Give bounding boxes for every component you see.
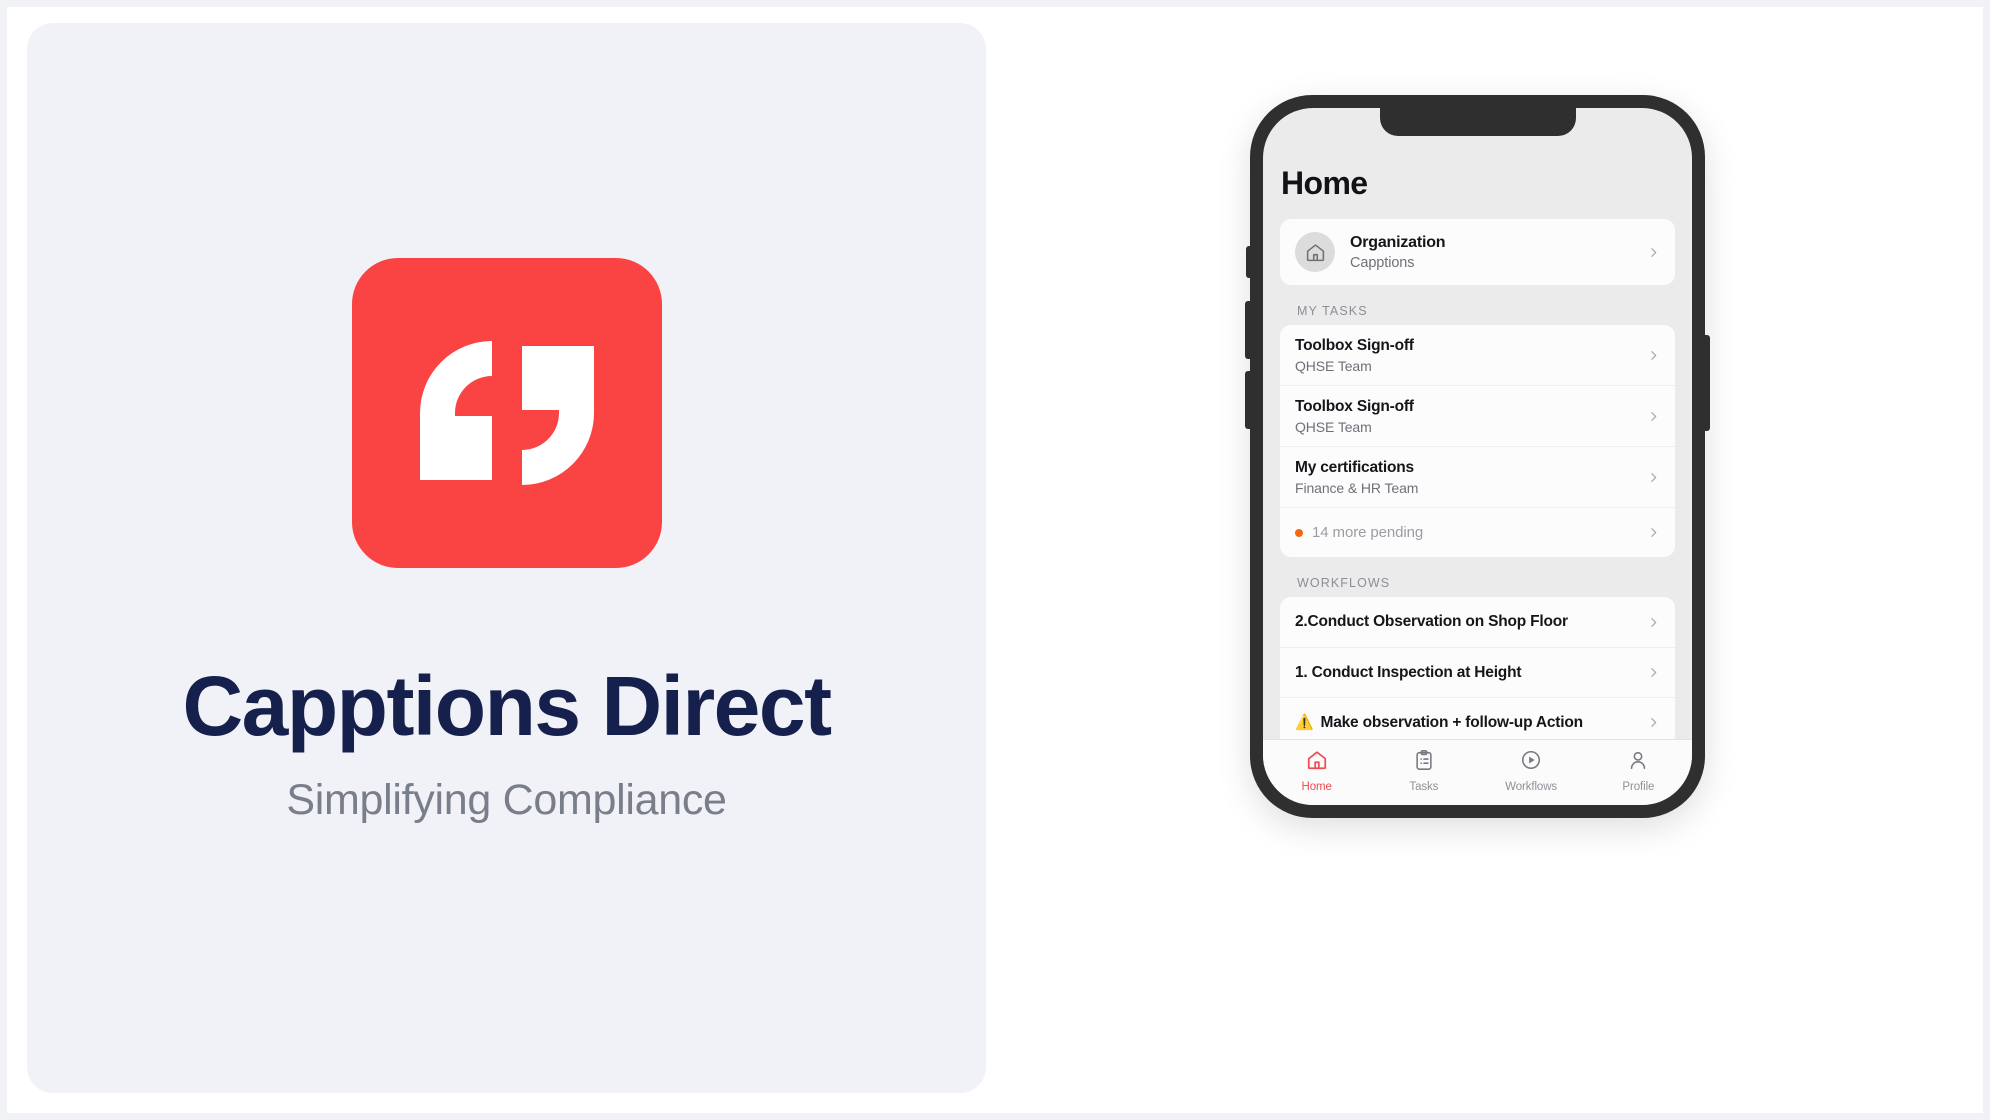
tab-workflows[interactable]: Workflows bbox=[1478, 749, 1585, 793]
warning-icon: ⚠️ bbox=[1295, 714, 1314, 732]
page-title: Home bbox=[1281, 165, 1368, 201]
phone-mockup: Home Organization Capptions MY TASKS Too… bbox=[1245, 95, 1710, 818]
bottom-tab-bar: Home Tasks Workflows Profile bbox=[1263, 739, 1692, 805]
task-row[interactable]: My certifications Finance & HR Team bbox=[1280, 446, 1675, 507]
chevron-right-icon bbox=[1647, 246, 1660, 259]
brand-subtitle: Simplifying Compliance bbox=[286, 775, 727, 824]
workflow-row-text: 1. Conduct Inspection at Height bbox=[1295, 664, 1637, 682]
chevron-right-icon bbox=[1647, 666, 1660, 679]
organization-label: Organization bbox=[1350, 234, 1446, 251]
organization-card: Organization Capptions bbox=[1280, 219, 1675, 285]
home-screen-content: Home Organization Capptions MY TASKS Too… bbox=[1263, 108, 1692, 739]
organization-row[interactable]: Organization Capptions bbox=[1280, 219, 1675, 285]
workflow-title-with-warning: ⚠️ Make observation + follow-up Action bbox=[1295, 714, 1637, 732]
home-outline-icon bbox=[1295, 232, 1335, 272]
tab-workflows-label: Workflows bbox=[1505, 781, 1558, 793]
workflow-row-text: ⚠️ Make observation + follow-up Action bbox=[1295, 714, 1637, 732]
task-title: Toolbox Sign-off bbox=[1295, 398, 1414, 416]
task-subtitle: QHSE Team bbox=[1295, 419, 1372, 436]
organization-text: Organization Capptions bbox=[1350, 233, 1637, 271]
workflow-title: Make observation + follow-up Action bbox=[1320, 713, 1583, 731]
phone-volume-down-button[interactable] bbox=[1245, 371, 1251, 429]
more-pending-row[interactable]: 14 more pending bbox=[1280, 507, 1675, 557]
task-row-text: Toolbox Sign-off QHSE Team bbox=[1295, 397, 1637, 435]
my-tasks-card: Toolbox Sign-off QHSE Team Toolbox Sign-… bbox=[1280, 325, 1675, 558]
tab-home-label: Home bbox=[1301, 781, 1332, 793]
workflow-row[interactable]: 1. Conduct Inspection at Height bbox=[1280, 647, 1675, 697]
organization-value: Capptions bbox=[1350, 255, 1415, 271]
task-row-text: Toolbox Sign-off QHSE Team bbox=[1295, 336, 1637, 374]
chevron-right-icon bbox=[1647, 526, 1660, 539]
section-label-workflows: WORKFLOWS bbox=[1297, 576, 1391, 591]
phone-silent-switch[interactable] bbox=[1246, 246, 1251, 278]
page-root: Capptions Direct Simplifying Compliance … bbox=[0, 0, 1990, 1120]
task-title: My certifications bbox=[1295, 459, 1414, 477]
more-pending-label: 14 more pending bbox=[1312, 524, 1424, 542]
chevron-right-icon bbox=[1647, 616, 1660, 629]
more-pending-text: 14 more pending bbox=[1295, 524, 1637, 541]
chevron-right-icon bbox=[1647, 410, 1660, 423]
play-circle-icon bbox=[1520, 749, 1542, 776]
workflow-row[interactable]: ⚠️ Make observation + follow-up Action bbox=[1280, 697, 1675, 739]
task-subtitle: Finance & HR Team bbox=[1295, 480, 1419, 497]
task-row-text: My certifications Finance & HR Team bbox=[1295, 458, 1637, 496]
phone-power-button[interactable] bbox=[1704, 335, 1710, 431]
home-icon bbox=[1306, 749, 1328, 776]
tab-tasks[interactable]: Tasks bbox=[1370, 749, 1477, 793]
tab-home[interactable]: Home bbox=[1263, 749, 1370, 793]
pending-status-dot bbox=[1295, 528, 1303, 537]
tab-profile[interactable]: Profile bbox=[1585, 749, 1692, 793]
workflow-title: 2.Conduct Observation on Shop Floor bbox=[1295, 613, 1568, 631]
workflow-title: 1. Conduct Inspection at Height bbox=[1295, 663, 1522, 681]
phone-screen: Home Organization Capptions MY TASKS Too… bbox=[1263, 108, 1692, 805]
brand-inner: Capptions Direct Simplifying Compliance bbox=[182, 257, 832, 825]
task-title: Toolbox Sign-off bbox=[1295, 337, 1414, 354]
chevron-right-icon bbox=[1647, 716, 1660, 729]
chevron-right-icon bbox=[1647, 471, 1660, 484]
chevron-right-icon bbox=[1647, 349, 1660, 362]
person-icon bbox=[1627, 749, 1649, 776]
capptions-quote-logo-icon bbox=[351, 257, 662, 568]
workflows-card: 2.Conduct Observation on Shop Floor 1. C… bbox=[1280, 597, 1675, 739]
clipboard-icon bbox=[1413, 749, 1435, 776]
tab-profile-label: Profile bbox=[1622, 781, 1655, 793]
phone-volume-up-button[interactable] bbox=[1245, 301, 1251, 359]
brand-title: Capptions Direct bbox=[182, 658, 832, 753]
task-subtitle: QHSE Team bbox=[1295, 358, 1372, 375]
tab-tasks-label: Tasks bbox=[1409, 781, 1439, 793]
task-row[interactable]: Toolbox Sign-off QHSE Team bbox=[1280, 325, 1675, 385]
brand-panel: Capptions Direct Simplifying Compliance bbox=[27, 23, 986, 1093]
phone-notch bbox=[1379, 108, 1576, 136]
workflow-row-text: 2.Conduct Observation on Shop Floor bbox=[1295, 613, 1637, 631]
section-label-my-tasks: MY TASKS bbox=[1297, 304, 1368, 318]
workflow-row[interactable]: 2.Conduct Observation on Shop Floor bbox=[1280, 597, 1675, 647]
task-row[interactable]: Toolbox Sign-off QHSE Team bbox=[1280, 385, 1675, 446]
